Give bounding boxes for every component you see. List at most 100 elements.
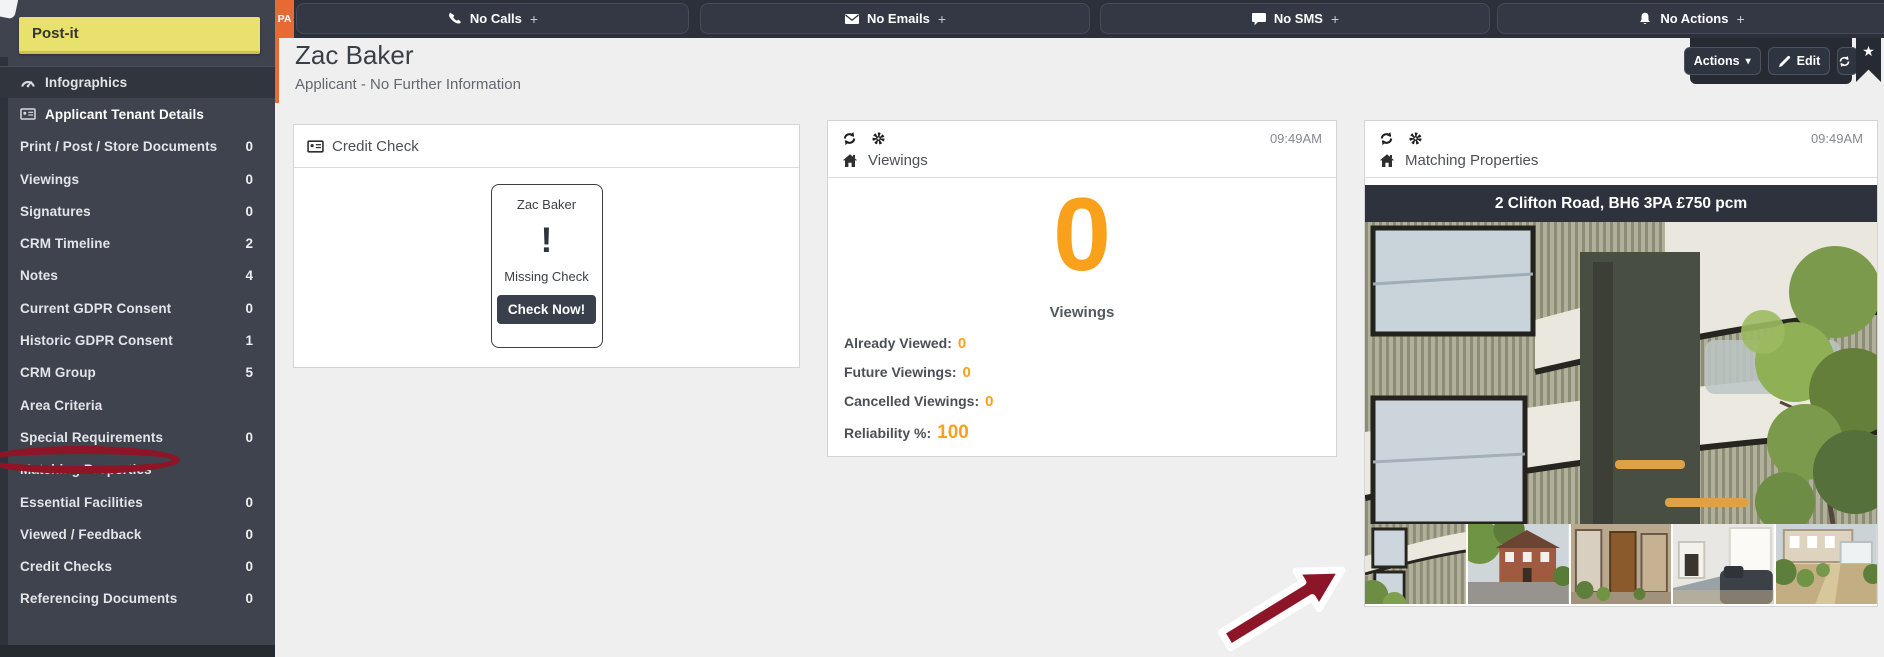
sidebar-item-count: 0: [245, 139, 253, 154]
phone-icon: [447, 11, 463, 27]
sidebar-item-label: Viewings: [20, 172, 79, 187]
property-main-photo[interactable]: [1365, 222, 1877, 524]
sidebar-item-count: 0: [245, 495, 253, 510]
thumbnail-brick-house[interactable]: [1468, 524, 1569, 604]
edit-label: Edit: [1797, 54, 1821, 68]
refresh-button[interactable]: [1837, 47, 1858, 75]
stat-value: 0: [963, 364, 971, 381]
stat-future-viewings: Future Viewings: 0: [844, 364, 1336, 393]
sidebar-item-label: Viewed / Feedback: [20, 527, 142, 542]
sidebar-item-label: Special Requirements: [20, 430, 163, 445]
add-email-plus: +: [938, 11, 946, 27]
no-emails-label: No Emails: [867, 11, 930, 26]
chevron-down-icon: ▾: [1746, 56, 1751, 67]
sidebar-item-crm-timeline[interactable]: CRM Timeline 2: [0, 227, 275, 259]
sidebar-item-count: 0: [245, 527, 253, 542]
sms-icon: [1251, 11, 1267, 27]
thumbnail-garden[interactable]: [1776, 524, 1877, 604]
stat-reliability: Reliability %: 100: [844, 422, 1336, 451]
check-now-button[interactable]: Check Now!: [497, 295, 596, 324]
postit-title: Post-it: [19, 17, 260, 42]
sidebar-item-count: 1: [245, 333, 253, 348]
sidebar-item-label: Notes: [20, 268, 58, 283]
sidebar-item-notes[interactable]: Notes 4: [0, 260, 275, 292]
refresh-icon: [1838, 55, 1851, 68]
matching-properties-panel: 09:49AM Matching Properties 2 Clifton Ro…: [1364, 120, 1878, 607]
home-icon: [842, 153, 859, 169]
sidebar-item-credit-checks[interactable]: Credit Checks 0: [0, 550, 275, 582]
red-arrow-annotation: [1218, 546, 1352, 654]
stat-value: 100: [937, 422, 969, 444]
pencil-icon: [1778, 55, 1791, 68]
sidebar-item-applicant-tenant-details[interactable]: Applicant Tenant Details: [0, 98, 275, 130]
no-emails-button[interactable]: No Emails +: [700, 3, 1090, 34]
email-icon: [844, 11, 860, 27]
add-action-plus: +: [1736, 11, 1744, 27]
sidebar-item-count: 0: [245, 204, 253, 219]
pa-ribbon-tail: [275, 38, 279, 103]
no-actions-button[interactable]: No Actions +: [1497, 3, 1884, 34]
sidebar-item-special-requirements[interactable]: Special Requirements 0: [0, 421, 275, 453]
thumbnail-front-porch[interactable]: [1571, 524, 1672, 604]
sidebar-menu: Infographics Applicant Tenant Details Pr…: [0, 66, 275, 615]
sidebar-item-label: Signatures: [20, 204, 91, 219]
sidebar-item-area-criteria[interactable]: Area Criteria: [0, 389, 275, 421]
sidebar-item-referencing-documents[interactable]: Referencing Documents 0: [0, 583, 275, 615]
no-calls-button[interactable]: No Calls +: [296, 3, 689, 34]
credit-check-panel: Credit Check Zac Baker ! Missing Check C…: [293, 124, 800, 368]
gear-icon[interactable]: [871, 131, 886, 146]
sidebar-item-label: Essential Facilities: [20, 495, 143, 510]
stat-value: 0: [958, 335, 966, 352]
refresh-icon[interactable]: [842, 131, 857, 146]
communications-bar: PA No Calls + No Emails + No SMS +: [275, 0, 1884, 38]
pa-ribbon-tag[interactable]: PA: [275, 0, 294, 38]
id-card-icon: [307, 138, 324, 155]
home-icon: [1379, 153, 1396, 169]
bookmark-ribbon-button[interactable]: ★: [1856, 38, 1881, 82]
matching-timestamp: 09:49AM: [1811, 131, 1863, 146]
sidebar-item-count: 5: [245, 365, 253, 380]
sidebar-item-label: Credit Checks: [20, 559, 112, 574]
postit-note[interactable]: Post-it: [19, 17, 260, 54]
thumbnail-living-room[interactable]: [1673, 524, 1774, 604]
viewings-header: 09:49AM Viewings: [828, 121, 1336, 178]
sidebar-item-print-post-store-documents[interactable]: Print / Post / Store Documents 0: [0, 131, 275, 163]
edit-button[interactable]: Edit: [1768, 47, 1831, 75]
stat-already-viewed: Already Viewed: 0: [844, 335, 1336, 364]
refresh-icon[interactable]: [1379, 131, 1394, 146]
header-toolbar: Actions ▾ Edit: [1690, 38, 1852, 84]
sidebar-item-label: Print / Post / Store Documents: [20, 139, 217, 154]
sidebar-item-viewings[interactable]: Viewings 0: [0, 163, 275, 195]
page-subtitle: Applicant - No Further Information: [295, 76, 521, 93]
no-calls-label: No Calls: [470, 11, 522, 26]
sidebar: Post-it Infographics Applicant Tenant De…: [0, 0, 275, 657]
sidebar-item-crm-group[interactable]: CRM Group 5: [0, 357, 275, 389]
sidebar-item-signatures[interactable]: Signatures 0: [0, 195, 275, 227]
sidebar-item-current-gdpr-consent[interactable]: Current GDPR Consent 0: [0, 292, 275, 324]
gear-icon[interactable]: [1408, 131, 1423, 146]
sidebar-item-essential-facilities[interactable]: Essential Facilities 0: [0, 486, 275, 518]
matching-properties-title: Matching Properties: [1405, 152, 1538, 169]
sidebar-item-label: Matching Properties: [20, 462, 152, 477]
sidebar-item-count: 4: [245, 268, 253, 283]
add-call-plus: +: [530, 11, 538, 27]
sidebar-item-label: CRM Timeline: [20, 236, 110, 251]
matching-properties-header: 09:49AM Matching Properties: [1365, 121, 1877, 178]
property-address-banner[interactable]: 2 Clifton Road, BH6 3PA £750 pcm: [1365, 185, 1877, 222]
sidebar-item-viewed-feedback[interactable]: Viewed / Feedback 0: [0, 518, 275, 550]
sidebar-item-matching-properties[interactable]: Matching Properties: [0, 454, 275, 486]
no-actions-label: No Actions: [1660, 11, 1728, 26]
viewings-timestamp: 09:49AM: [1270, 131, 1322, 146]
sidebar-item-infographics[interactable]: Infographics: [0, 66, 275, 98]
sidebar-item-historic-gdpr-consent[interactable]: Historic GDPR Consent 1: [0, 324, 275, 356]
actions-label: Actions: [1694, 54, 1740, 68]
page-title: Zac Baker: [295, 40, 414, 71]
app-logo-fragment: [0, 0, 19, 19]
credit-check-title: Credit Check: [332, 138, 419, 155]
actions-dropdown-button[interactable]: Actions ▾: [1684, 47, 1761, 75]
sidebar-item-label: Referencing Documents: [20, 591, 177, 606]
thumbnail-facade-closeup[interactable]: [1365, 524, 1466, 604]
star-icon: ★: [1862, 43, 1875, 59]
no-sms-button[interactable]: No SMS +: [1100, 3, 1490, 34]
stat-cancelled-viewings: Cancelled Viewings: 0: [844, 393, 1336, 422]
